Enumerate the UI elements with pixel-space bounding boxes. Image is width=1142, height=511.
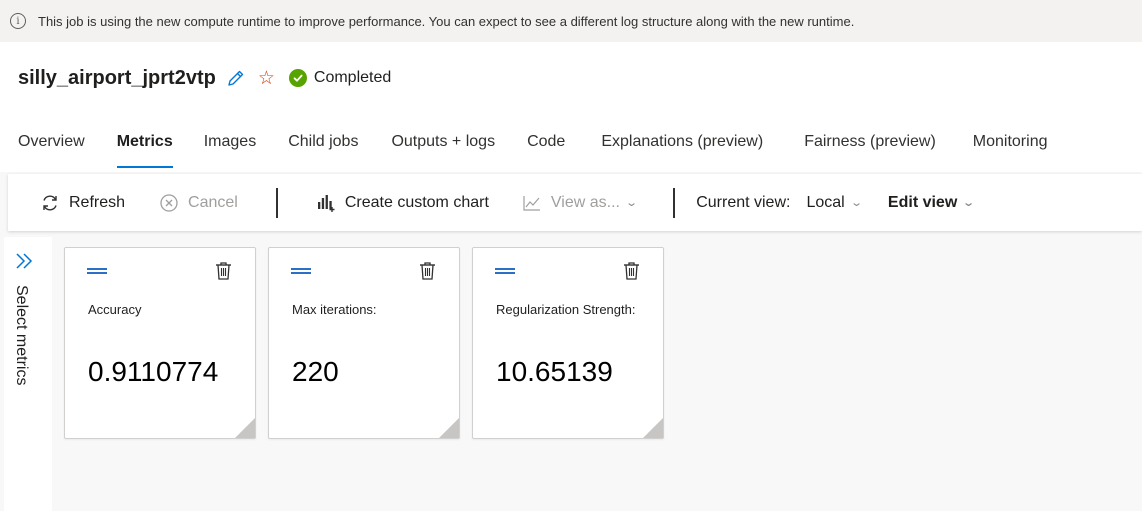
refresh-button[interactable]: Refresh [40,193,125,213]
chevron-down-icon: ⌄ [962,197,976,209]
status-text: Completed [313,69,392,86]
info-icon: i [10,13,26,29]
metric-value: 10.65139 [496,356,613,387]
select-metrics-label[interactable]: Select metrics [12,285,30,385]
chevron-down-icon: ⌄ [625,197,639,209]
tab-outputs-logs[interactable]: Outputs + logs [391,130,495,170]
trash-icon[interactable] [419,261,436,281]
tab-child-jobs[interactable]: Child jobs [288,130,358,170]
tab-explanations[interactable]: Explanations (preview) [601,130,763,170]
metric-card: Max iterations: 220 [268,247,460,439]
metric-label: Max iterations: [292,302,377,317]
metric-label: Accuracy [88,302,142,317]
current-view-value: Local [806,193,845,211]
drag-handle-icon[interactable] [291,267,311,274]
drag-handle-icon[interactable] [87,267,107,274]
resize-handle[interactable] [235,418,255,438]
line-chart-icon [522,193,542,213]
metrics-toolbar: Refresh Cancel Create custom chart View … [8,174,1142,231]
tab-overview[interactable]: Overview [18,130,85,170]
chart-add-icon [316,193,336,213]
trash-icon[interactable] [623,261,640,281]
favorite-star-icon[interactable]: ☆ [258,69,275,88]
tab-metrics[interactable]: Metrics [116,130,173,170]
refresh-label: Refresh [69,193,126,211]
refresh-icon [40,193,60,213]
job-title: silly_airport_jprt2vtp [18,66,216,89]
edit-view-label: Edit view [887,193,958,211]
resize-handle[interactable] [439,418,459,438]
metric-value: 220 [292,356,339,387]
create-custom-chart-button[interactable]: Create custom chart [316,193,489,213]
cancel-icon [159,193,179,213]
status-badge: Completed [288,69,392,87]
chevron-down-icon: ⌄ [849,197,863,209]
tab-bar: Overview Metrics Images Child jobs Outpu… [18,130,1047,170]
banner-text: This job is using the new compute runtim… [38,13,855,29]
toolbar-divider [673,187,676,218]
cancel-label: Cancel [188,193,238,211]
completed-check-icon [288,69,307,87]
metric-label: Regularization Strength: [496,302,636,317]
expand-chevrons-icon[interactable] [14,251,36,271]
tab-code[interactable]: Code [527,130,565,170]
current-view-dropdown[interactable]: Local ⌄ [806,193,863,212]
drag-handle-icon[interactable] [495,267,515,274]
current-view-label: Current view: [696,193,791,211]
tab-images[interactable]: Images [204,130,256,170]
toolbar-divider [275,187,278,218]
metric-card: Accuracy 0.9110774 [64,247,256,439]
create-chart-label: Create custom chart [344,193,489,211]
tab-monitoring[interactable]: Monitoring [973,130,1048,170]
resize-handle[interactable] [643,418,663,438]
metric-card: Regularization Strength: 10.65139 [472,247,664,439]
view-as-label: View as... [550,193,620,211]
cancel-button[interactable]: Cancel [159,193,238,213]
tab-fairness[interactable]: Fairness (preview) [804,130,936,170]
metric-value: 0.9110774 [88,356,219,387]
trash-icon[interactable] [215,261,232,281]
info-banner: i This job is using the new compute runt… [0,0,1142,42]
edit-pencil-icon[interactable] [226,68,246,88]
job-header: silly_airport_jprt2vtp ☆ Completed [18,62,391,94]
edit-view-dropdown[interactable]: Edit view ⌄ [887,193,976,212]
view-as-dropdown[interactable]: View as... ⌄ [522,193,639,213]
